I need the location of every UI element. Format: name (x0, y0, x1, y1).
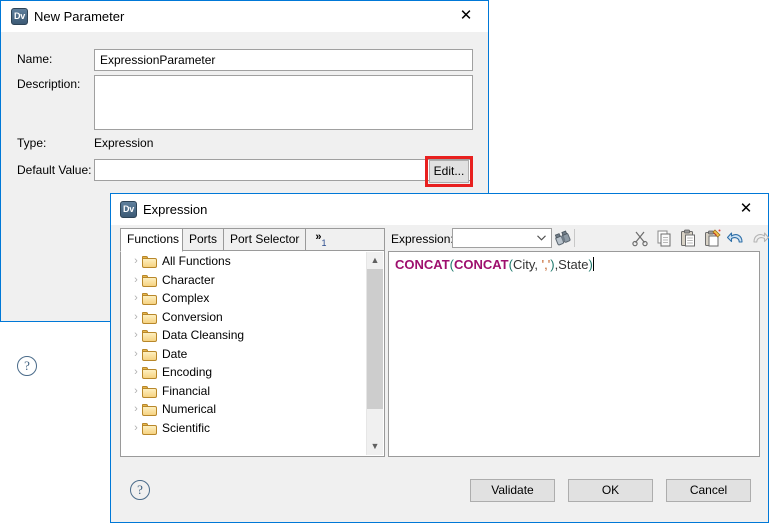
tab-port-selector[interactable]: Port Selector (223, 228, 306, 251)
close-icon[interactable]: ✕ (444, 1, 488, 30)
tree-item[interactable]: › Complex (122, 289, 368, 308)
chevron-right-icon[interactable]: › (130, 289, 142, 308)
help-icon[interactable]: ? (17, 356, 37, 376)
chevron-double-right-icon: » (315, 231, 322, 243)
scrollbar-thumb[interactable] (367, 269, 383, 409)
folder-icon (142, 422, 157, 435)
type-label: Type: (17, 136, 47, 150)
name-label: Name: (17, 52, 53, 66)
function-tree-scrollbar[interactable]: ▲ ▼ (366, 252, 383, 455)
expression-titlebar: Dv Expression ✕ (111, 194, 768, 225)
folder-icon (142, 274, 157, 287)
text-caret (592, 257, 594, 271)
folder-icon (142, 329, 157, 342)
expression-title: Expression (143, 202, 208, 217)
cut-icon[interactable] (630, 228, 650, 248)
folder-icon (142, 255, 157, 268)
folder-icon (142, 366, 157, 379)
tree-item-label: Scientific (162, 420, 211, 435)
tab-overflow-count: 1 (321, 238, 327, 248)
folder-icon (142, 292, 157, 305)
chevron-right-icon[interactable]: › (130, 382, 142, 401)
paste-icon[interactable] (678, 228, 698, 248)
tree-item-label: Financial (162, 383, 211, 398)
edit-button[interactable]: Edit... (429, 160, 469, 183)
find-icon[interactable] (553, 228, 573, 248)
tree-item-label: Data Cleansing (162, 328, 245, 342)
function-tree-list[interactable]: › All Functions › Character › Complex › Convers… (122, 252, 368, 437)
chevron-right-icon[interactable]: › (130, 345, 142, 364)
tree-item[interactable]: › Numerical (122, 400, 368, 419)
new-parameter-titlebar: Dv New Parameter ✕ (1, 1, 488, 32)
expression-field-label: Expression: (391, 232, 454, 246)
type-value: Expression (94, 136, 154, 150)
folder-icon (142, 311, 157, 324)
expression-editor[interactable]: CONCAT(CONCAT(City, ','),State) (388, 251, 760, 457)
expression-select[interactable] (452, 228, 552, 248)
tree-item-label: Date (162, 346, 188, 361)
expression-code: CONCAT(CONCAT(City, ','),State) (395, 256, 753, 273)
redo-icon[interactable] (750, 228, 769, 248)
toolbar-separator (574, 229, 575, 247)
validate-button[interactable]: Validate (470, 479, 555, 502)
chevron-right-icon[interactable]: › (130, 326, 142, 345)
tree-item-label: Character (162, 272, 215, 287)
folder-icon (142, 385, 157, 398)
tree-item[interactable]: › Date (122, 345, 368, 364)
tree-item[interactable]: › All Functions (122, 252, 368, 271)
tree-item-label: Complex (162, 291, 210, 305)
undo-icon[interactable] (726, 228, 746, 248)
tree-item[interactable]: › Financial (122, 382, 368, 401)
tab-ports[interactable]: Ports (182, 228, 224, 251)
chevron-right-icon[interactable]: › (130, 400, 142, 419)
help-icon[interactable]: ? (130, 480, 150, 500)
chevron-down-icon[interactable] (533, 229, 550, 247)
code-token-fn: CONCAT (453, 257, 509, 272)
default-value-label: Default Value: (17, 163, 92, 177)
code-token-fn: CONCAT (395, 257, 450, 272)
default-value-input[interactable] (94, 159, 473, 181)
tree-item[interactable]: › Character (122, 271, 368, 290)
tab-overflow-indicator[interactable]: »1 (305, 228, 385, 251)
tab-strip: Functions Ports Port Selector »1 (120, 228, 385, 252)
tree-item-label: Encoding (162, 365, 213, 379)
scroll-down-icon[interactable]: ▼ (367, 438, 383, 455)
code-token-str: ',' (541, 257, 551, 272)
description-label: Description: (17, 77, 81, 91)
function-tree-panel: › All Functions › Character › Complex › Convers… (120, 250, 385, 457)
close-icon[interactable]: ✕ (724, 194, 768, 223)
app-logo-icon: Dv (11, 8, 28, 25)
chevron-right-icon[interactable]: › (130, 252, 142, 271)
code-token-id: City, (512, 257, 539, 272)
chevron-right-icon[interactable]: › (130, 419, 142, 438)
tab-functions[interactable]: Functions (120, 228, 183, 252)
copy-icon[interactable] (654, 228, 674, 248)
cancel-button[interactable]: Cancel (666, 479, 751, 502)
paste-special-icon[interactable] (702, 228, 722, 248)
tree-item-label: All Functions (162, 254, 231, 268)
tree-item-label: Numerical (162, 402, 217, 416)
chevron-right-icon[interactable]: › (130, 271, 142, 290)
tree-item-label: Conversion (162, 309, 223, 324)
description-input[interactable] (94, 75, 473, 130)
chevron-right-icon[interactable]: › (130, 308, 142, 327)
tree-item[interactable]: › Conversion (122, 308, 368, 327)
new-parameter-title: New Parameter (34, 9, 125, 24)
tree-item[interactable]: › Scientific (122, 419, 368, 438)
code-token-id: ,State (554, 257, 589, 272)
tree-item[interactable]: › Data Cleansing (122, 326, 368, 345)
folder-icon (142, 403, 157, 416)
name-input[interactable] (94, 49, 473, 71)
tree-item[interactable]: › Encoding (122, 363, 368, 382)
chevron-down-glyph (537, 235, 546, 241)
scroll-up-icon[interactable]: ▲ (367, 252, 383, 269)
chevron-right-icon[interactable]: › (130, 363, 142, 382)
expression-dialog: Dv Expression ✕ Functions Ports Port Sel… (110, 193, 769, 523)
ok-button[interactable]: OK (568, 479, 653, 502)
folder-icon (142, 348, 157, 361)
app-logo-icon: Dv (120, 201, 137, 218)
